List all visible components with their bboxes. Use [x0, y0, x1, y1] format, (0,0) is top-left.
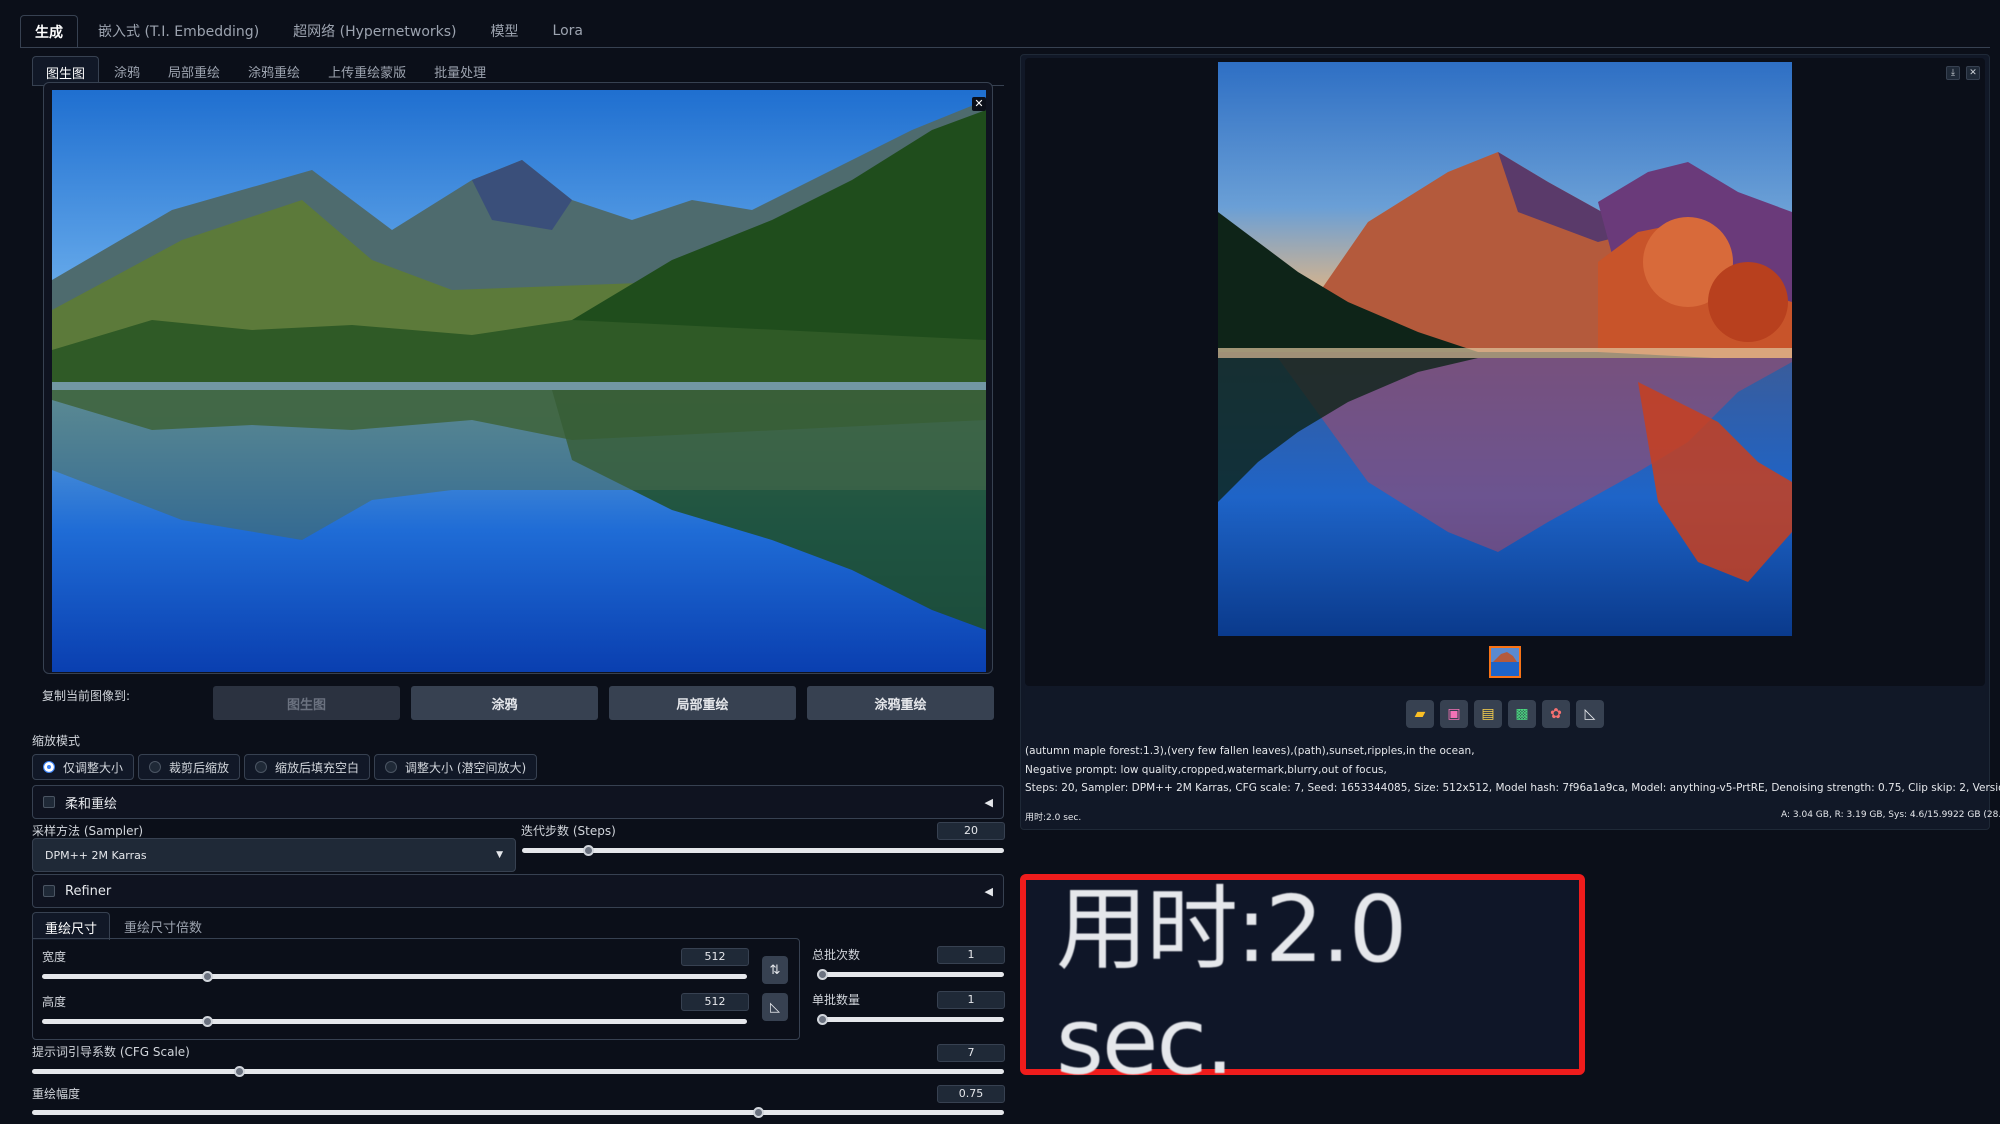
steps-slider-handle[interactable] — [583, 845, 595, 856]
swap-dimensions-button[interactable]: ⇅ — [762, 956, 788, 984]
palette-icon: ✿ — [1550, 706, 1562, 722]
width-slider-handle[interactable] — [201, 971, 213, 982]
refiner-accordion[interactable]: Refiner ◀ — [32, 874, 1004, 908]
resize-tabs: 重绘尺寸 重绘尺寸倍数 — [32, 912, 214, 940]
tab-embedding[interactable]: 嵌入式 (T.I. Embedding) — [84, 15, 273, 47]
width-label: 宽度 — [42, 950, 67, 964]
copy-to-sketch-button[interactable]: 涂鸦 — [411, 686, 598, 720]
send-to-inpaint-button[interactable]: ✿ — [1542, 700, 1570, 728]
steps-input[interactable]: 20 — [937, 822, 1005, 840]
refiner-label: Refiner — [65, 883, 112, 899]
radio-just-resize[interactable]: 仅调整大小 — [32, 754, 135, 780]
send-to-extras-button[interactable]: ◺ — [1576, 700, 1604, 728]
tab-generate[interactable]: 生成 — [20, 14, 78, 48]
denoising-strength-label: 重绘幅度 — [32, 1087, 81, 1101]
generation-time: 用时:2.0 sec. — [1025, 813, 1082, 823]
download-icon[interactable]: ⤓ — [1946, 66, 1960, 80]
swap-icon: ⇅ — [769, 962, 781, 978]
tab-models[interactable]: 模型 — [477, 15, 533, 47]
zip-button[interactable]: ▤ — [1474, 700, 1502, 728]
height-slider-track[interactable] — [42, 1019, 747, 1024]
radio-latent-upscale[interactable]: 调整大小 (潜空间放大) — [374, 754, 538, 780]
cfg-scale-slider-track[interactable] — [32, 1069, 1004, 1074]
chevron-down-icon: ▼ — [496, 850, 503, 860]
memory-usage: A: 3.04 GB, R: 3.19 GB, Sys: 4.6/15.9922… — [1781, 810, 2000, 820]
auto-size-button[interactable]: ◺ — [762, 993, 788, 1021]
radio-dot — [149, 761, 162, 773]
resize-mode-radio-group: 仅调整大小 裁剪后缩放 缩放后填充空白 调整大小 (潜空间放大) — [32, 754, 538, 780]
cfg-scale-label: 提示词引导系数 (CFG Scale) — [32, 1045, 190, 1059]
ruler-triangle-icon: ◺ — [1584, 706, 1596, 722]
cfg-scale-input[interactable]: 7 — [937, 1044, 1005, 1062]
open-folder-button[interactable]: ▰ — [1406, 700, 1434, 728]
batch-count-slider-handle[interactable] — [817, 969, 828, 980]
sampler-label: 采样方法 (Sampler) — [32, 824, 144, 838]
sampler-value: DPM++ 2M Karras — [45, 848, 147, 862]
copy-image-label: 复制当前图像到: — [42, 689, 131, 703]
steps-slider-track[interactable] — [522, 848, 1004, 853]
radio-resize-and-fill[interactable]: 缩放后填充空白 — [244, 754, 371, 780]
top-tabs: 生成 嵌入式 (T.I. Embedding) 超网络 (Hypernetwor… — [20, 14, 597, 48]
send-to-img2img-button[interactable]: ▩ — [1508, 700, 1536, 728]
radio-crop-and-resize[interactable]: 裁剪后缩放 — [138, 754, 241, 780]
height-slider-handle[interactable] — [201, 1016, 213, 1027]
denoising-strength-slider-handle[interactable] — [752, 1107, 764, 1118]
batch-count-label: 总批次数 — [812, 948, 861, 962]
radio-dot — [43, 761, 55, 773]
zoom-callout-text: 用时:2.0 sec. — [1056, 875, 1407, 1095]
copy-to-inpaint-button[interactable]: 局部重绘 — [609, 686, 796, 720]
soft-inpainting-label: 柔和重绘 — [65, 796, 118, 812]
ruler-triangle-icon: ◺ — [770, 999, 780, 1015]
cfg-scale-slider-handle[interactable] — [233, 1066, 245, 1077]
steps-label: 迭代步数 (Steps) — [521, 824, 616, 838]
denoising-strength-slider-track[interactable] — [32, 1110, 1004, 1115]
batch-size-slider-handle[interactable] — [817, 1014, 828, 1025]
height-label: 高度 — [42, 995, 67, 1009]
archive-icon: ▤ — [1481, 706, 1495, 722]
denoising-strength-input[interactable]: 0.75 — [937, 1085, 1005, 1103]
copy-to-inpaint-sketch-button[interactable]: 涂鸦重绘 — [807, 686, 994, 720]
tab-resize-to[interactable]: 重绘尺寸 — [32, 912, 111, 940]
save-button[interactable]: ▣ — [1440, 700, 1468, 728]
collapse-arrow-icon[interactable]: ◀ — [985, 796, 993, 809]
close-icon[interactable]: ✕ — [1966, 66, 1980, 80]
tab-hypernetworks[interactable]: 超网络 (Hypernetworks) — [279, 15, 470, 47]
soft-inpainting-checkbox[interactable] — [43, 796, 55, 808]
sampler-dropdown[interactable]: DPM++ 2M Karras ▼ — [32, 838, 516, 872]
tab-resize-by[interactable]: 重绘尺寸倍数 — [112, 912, 214, 940]
top-tabs-divider — [20, 47, 1990, 48]
folder-icon: ▰ — [1414, 706, 1426, 722]
width-slider-track[interactable] — [42, 974, 747, 979]
width-input[interactable]: 512 — [681, 948, 749, 966]
collapse-arrow-icon[interactable]: ◀ — [985, 885, 993, 898]
output-prompt: (autumn maple forest:1.3),(very few fall… — [1025, 745, 1475, 757]
refiner-checkbox[interactable] — [43, 885, 55, 897]
image-icon: ▩ — [1515, 706, 1529, 722]
radio-dot — [385, 761, 398, 773]
gallery-thumbnail[interactable] — [1489, 646, 1521, 678]
save-icon: ▣ — [1447, 706, 1461, 722]
batch-count-slider-track[interactable] — [817, 972, 1004, 977]
height-input[interactable]: 512 — [681, 993, 749, 1011]
batch-size-label: 单批数量 — [812, 993, 861, 1007]
batch-count-input[interactable]: 1 — [937, 946, 1005, 964]
resize-mode-label: 缩放模式 — [32, 734, 81, 748]
output-parameters: Steps: 20, Sampler: DPM++ 2M Karras, CFG… — [1025, 782, 2000, 794]
radio-label: 缩放后填充空白 — [275, 760, 360, 775]
copy-to-img2img-button[interactable]: 图生图 — [213, 686, 400, 720]
radio-dot — [255, 761, 268, 773]
radio-label: 调整大小 (潜空间放大) — [405, 760, 527, 775]
close-image-button[interactable]: ✕ — [972, 97, 986, 111]
batch-size-input[interactable]: 1 — [937, 991, 1005, 1009]
zoom-callout-highlight: 用时:2.0 sec. — [1020, 874, 1585, 1095]
tab-lora[interactable]: Lora — [539, 17, 597, 45]
batch-size-slider-track[interactable] — [817, 1017, 1004, 1022]
output-negative-prompt: Negative prompt: low quality,cropped,wat… — [1025, 764, 1387, 776]
source-image[interactable] — [52, 90, 986, 672]
radio-label: 仅调整大小 — [63, 760, 124, 775]
radio-label: 裁剪后缩放 — [169, 760, 230, 775]
soft-inpainting-accordion[interactable]: 柔和重绘 ◀ — [32, 785, 1004, 819]
generated-image[interactable] — [1218, 62, 1792, 636]
